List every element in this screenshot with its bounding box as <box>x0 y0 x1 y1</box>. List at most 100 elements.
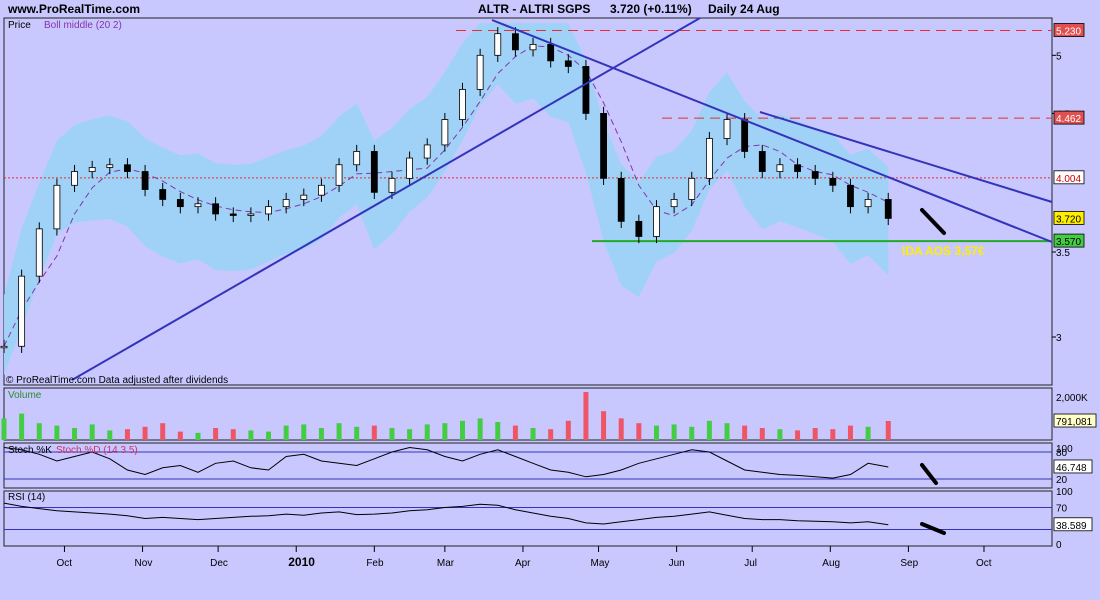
legend-boll: Boll middle (20 2) <box>44 20 122 31</box>
x-axis-label: Sep <box>900 558 918 569</box>
level-label: 3.570 <box>1056 237 1081 248</box>
price-candle <box>864 199 872 208</box>
x-axis-label: Oct <box>56 558 72 569</box>
x-axis-label: Oct <box>976 558 992 569</box>
volume-bar <box>583 392 589 440</box>
x-axis-label: May <box>591 558 610 569</box>
volume-bar <box>89 424 95 440</box>
price-candle <box>0 345 8 349</box>
volume-bar <box>124 429 130 440</box>
price-candle <box>811 171 819 179</box>
volume-bar <box>618 418 624 440</box>
price-candle <box>194 203 202 208</box>
price-candle <box>723 119 731 139</box>
price-candle <box>300 194 308 200</box>
volume-bar <box>336 423 342 440</box>
price-candle <box>212 203 220 215</box>
watermark: © ProRealTime.com Data adjusted after di… <box>6 375 228 386</box>
price-candle <box>547 43 555 62</box>
volume-bar <box>1 418 7 440</box>
level-label: 4.004 <box>1056 174 1081 185</box>
price-candle <box>441 119 449 146</box>
price-candle <box>229 213 237 216</box>
price-candle <box>159 189 167 200</box>
stoch-panel <box>3 442 1053 489</box>
volume-bar <box>107 430 113 440</box>
price-candle <box>423 144 431 159</box>
rsi-tick-70: 70 <box>1056 504 1068 515</box>
price-candle <box>124 164 131 172</box>
volume-bar <box>54 425 60 440</box>
x-axis-label: Nov <box>135 558 153 569</box>
x-axis-label: Dec <box>210 558 228 569</box>
volume-bar <box>601 411 607 440</box>
volume-bar <box>442 423 448 440</box>
volume-bar <box>248 430 254 440</box>
price-candle <box>829 177 837 186</box>
volume-bar <box>777 429 783 440</box>
price-candle <box>35 228 43 277</box>
volume-label: Volume <box>8 390 42 401</box>
volume-bar <box>548 429 554 440</box>
level-label: 3.720 <box>1056 214 1081 225</box>
price-candle <box>353 151 361 166</box>
volume-bar <box>371 425 377 440</box>
x-axis-label: Jun <box>669 558 685 569</box>
volume-bar <box>671 424 677 440</box>
x-axis-label: Jul <box>744 558 757 569</box>
price-tick-label: 3.5 <box>1056 248 1070 259</box>
volume-bar <box>830 429 836 440</box>
legend-price: Price <box>8 20 31 31</box>
volume-tick-label: 2,000K <box>1056 393 1088 404</box>
price-tick-label: 3 <box>1056 333 1062 344</box>
price-candle <box>318 184 325 196</box>
price-candle <box>282 199 290 208</box>
price-candle <box>794 164 801 172</box>
price-candle <box>494 33 502 56</box>
volume-bar <box>195 432 201 440</box>
rsi-label: RSI (14) <box>8 492 45 503</box>
price-candle <box>635 220 643 237</box>
volume-bar <box>36 423 42 440</box>
volume-bar <box>847 425 853 440</box>
price-candle <box>529 43 537 51</box>
price-candle <box>653 206 660 237</box>
volume-bar <box>283 425 289 440</box>
x-axis-label: Feb <box>366 558 384 569</box>
volume-bar <box>318 428 324 440</box>
price-candle <box>582 66 590 114</box>
price-candle <box>335 164 343 186</box>
volume-bar <box>759 428 765 440</box>
price-candle <box>247 213 255 216</box>
price-candle <box>18 275 26 347</box>
price-candle <box>406 157 413 179</box>
price-candle <box>88 167 96 172</box>
price-candle <box>617 177 625 222</box>
price-candle <box>776 164 784 172</box>
volume-bar <box>424 424 430 440</box>
price-candle <box>53 184 61 230</box>
volume-bar <box>230 429 236 440</box>
chart-root: www.ProRealTime.com ALTR - ALTRI SGPS 3.… <box>0 0 1100 600</box>
rsi-tick-0: 0 <box>1056 540 1062 551</box>
volume-bar <box>213 428 219 440</box>
price-candle <box>884 199 892 219</box>
rsi-current: 38.589 <box>1056 521 1087 532</box>
price-candle <box>370 151 378 193</box>
volume-bar <box>177 431 183 440</box>
price-candle <box>758 151 766 172</box>
volume-bar <box>160 423 166 440</box>
x-axis-label: 2010 <box>288 555 315 569</box>
stoch-label: Stoch %K <box>8 445 52 456</box>
price-candle <box>476 54 484 90</box>
price-candle <box>741 119 749 152</box>
volume-bar <box>19 413 25 440</box>
price-candle <box>564 60 572 67</box>
volume-bar <box>706 420 712 440</box>
volume-bar <box>565 420 571 440</box>
chart-svg: 54.53.535.2304.4624.0043.7203.570PriceBo… <box>0 17 1097 569</box>
x-axis-label: Aug <box>822 558 840 569</box>
stoch-current: 46.748 <box>1056 463 1087 474</box>
price-candle <box>388 177 396 193</box>
volume-bar <box>724 423 730 440</box>
